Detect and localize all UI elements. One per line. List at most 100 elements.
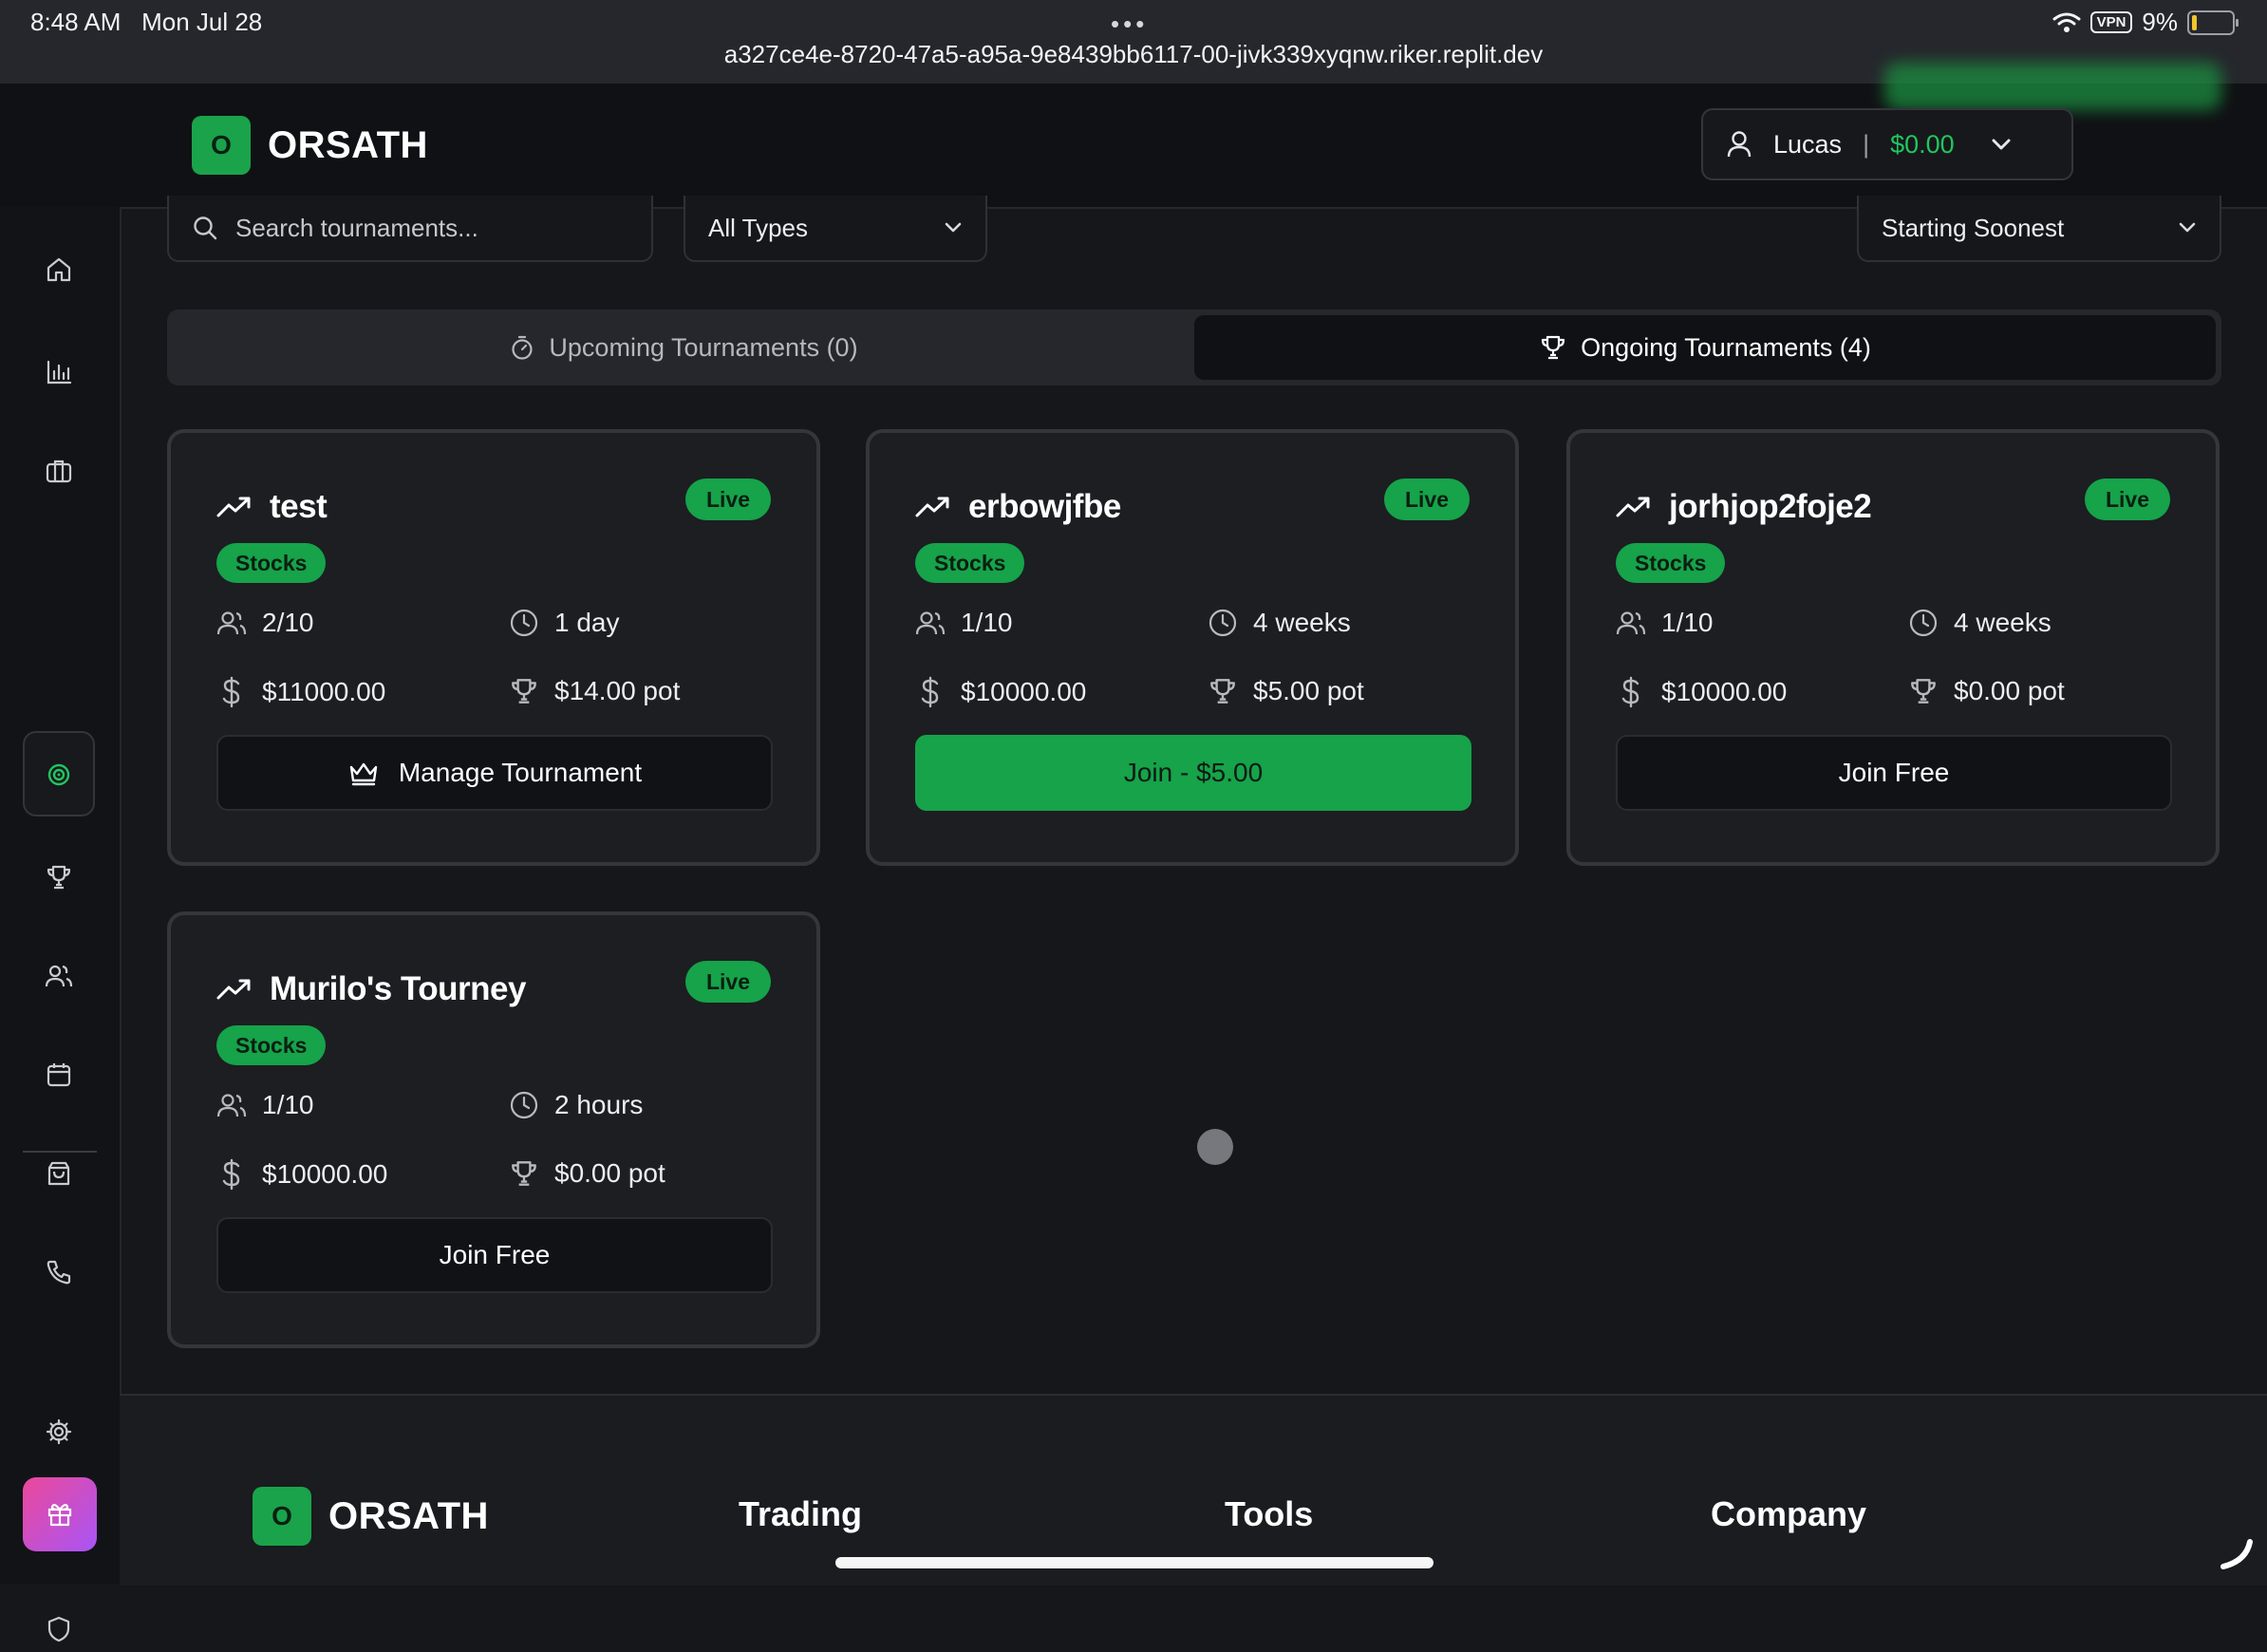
tournament-name: erbowjfbe [968, 488, 1121, 525]
users-icon[interactable] [36, 953, 82, 999]
pot-stat: $14.00 pot [509, 676, 680, 706]
players-count: 1/10 [1661, 608, 1714, 637]
tournament-card: erbowjfbe Live Stocks 1/10 4 weeks $1000… [866, 429, 1519, 866]
trending-up-icon [1616, 496, 1652, 518]
footer-brand[interactable]: O ORSATH [253, 1487, 489, 1546]
type-badge: Stocks [1616, 543, 1726, 583]
user-menu[interactable]: Lucas | $0.00 [1701, 108, 2073, 180]
user-balance: $0.00 [1890, 129, 1955, 159]
action-label: Join - $5.00 [1123, 758, 1264, 787]
duration-stat: 4 weeks [1908, 608, 2052, 638]
tournament-action-button[interactable]: Join Free [1616, 735, 2172, 811]
duration-value: 2 hours [554, 1090, 644, 1119]
battery-icon [2187, 9, 2239, 35]
tournament-title: test [216, 488, 328, 526]
logo-text: ORSATH [268, 123, 428, 166]
search-input[interactable]: Search tournaments... [167, 196, 653, 262]
search-icon [192, 215, 218, 241]
dollar-icon [1616, 676, 1646, 708]
pot-stat: $0.00 pot [509, 1158, 665, 1189]
user-separator: | [1863, 129, 1870, 159]
starting-balance: $10000.00 [1661, 677, 1788, 706]
trending-up-icon [216, 978, 253, 1001]
prize-pot: $5.00 pot [1253, 676, 1364, 705]
tournament-tabs: Upcoming Tournaments (0) Ongoing Tournam… [167, 310, 2221, 385]
starting-balance: $10000.00 [262, 1159, 388, 1189]
shield-icon[interactable] [36, 1606, 82, 1652]
vpn-badge: VPN [2089, 11, 2133, 33]
type-select[interactable]: All Types [684, 196, 987, 262]
duration-value: 4 weeks [1954, 608, 2052, 637]
tab-ongoing[interactable]: Ongoing Tournaments (4) [1194, 315, 2216, 380]
type-badge: Stocks [216, 1025, 327, 1065]
tournament-card: jorhjop2foje2 Live Stocks 1/10 4 weeks $… [1566, 429, 2220, 866]
footer-heading-company: Company [1711, 1494, 1867, 1533]
sort-select[interactable]: Starting Soonest [1857, 196, 2221, 262]
balance-stat: $10000.00 [915, 676, 1086, 708]
trophy-icon [509, 676, 539, 706]
tournament-action-button[interactable]: Manage Tournament [216, 735, 773, 811]
players-count: 2/10 [262, 608, 314, 637]
chevron-down-icon [944, 222, 963, 234]
logo-mark: O [192, 116, 251, 175]
search-placeholder: Search tournaments... [235, 213, 478, 242]
trending-up-icon [915, 496, 951, 518]
status-indicators: VPN 9% [2052, 8, 2239, 37]
home-icon[interactable] [36, 247, 82, 292]
status-badge: Live [1383, 479, 1470, 520]
dollar-icon [216, 1158, 247, 1191]
trending-up-icon [216, 496, 253, 518]
calendar-icon[interactable] [36, 1052, 82, 1098]
duration-stat: 1 day [509, 608, 620, 638]
status-badge: Live [2084, 479, 2170, 520]
brand-logo[interactable]: O ORSATH [192, 116, 428, 175]
tab-upcoming[interactable]: Upcoming Tournaments (0) [173, 315, 1194, 380]
type-badge: Stocks [216, 543, 327, 583]
balance-stat: $11000.00 [216, 676, 385, 708]
battery-percent: 9% [2142, 8, 2178, 36]
pot-stat: $5.00 pot [1208, 676, 1364, 706]
clock-icon [1908, 608, 1939, 638]
tournament-name: test [270, 488, 328, 525]
target-icon[interactable] [36, 752, 82, 798]
touch-indicator [1197, 1129, 1233, 1165]
duration-stat: 4 weeks [1208, 608, 1351, 638]
prize-pot: $14.00 pot [554, 676, 681, 705]
dollar-icon [216, 676, 247, 708]
duration-value: 1 day [554, 608, 620, 637]
shopping-bag-icon[interactable] [36, 1151, 82, 1196]
trophy-icon[interactable] [36, 854, 82, 900]
players-stat: 1/10 [216, 1090, 314, 1120]
footer-logo-mark: O [253, 1487, 311, 1546]
tournament-action-button[interactable]: Join - $5.00 [915, 735, 1471, 811]
clock-icon [1208, 608, 1238, 638]
balance-stat: $10000.00 [216, 1158, 387, 1191]
starting-balance: $10000.00 [961, 677, 1087, 706]
bar-chart-icon[interactable] [36, 349, 82, 395]
chevron-down-icon [2178, 222, 2197, 234]
status-badge: Live [684, 961, 771, 1003]
tournament-name: Murilo's Tourney [270, 970, 526, 1007]
players-count: 1/10 [961, 608, 1013, 637]
footer-heading-trading: Trading [739, 1494, 863, 1533]
action-label: Manage Tournament [398, 758, 643, 787]
trophy-icon [509, 1158, 539, 1189]
settings-icon[interactable] [36, 1409, 82, 1455]
gift-button[interactable] [23, 1477, 97, 1551]
tournament-action-button[interactable]: Join Free [216, 1217, 773, 1293]
briefcase-icon[interactable] [36, 448, 82, 494]
home-indicator[interactable] [835, 1557, 1433, 1568]
sort-select-value: Starting Soonest [1882, 213, 2065, 242]
timer-icon [509, 334, 535, 361]
footer-logo-text: ORSATH [328, 1494, 489, 1537]
tab-upcoming-label: Upcoming Tournaments (0) [549, 332, 858, 362]
pot-stat: $0.00 pot [1908, 676, 2065, 706]
players-stat: 1/10 [915, 608, 1013, 638]
phone-icon[interactable] [36, 1249, 82, 1295]
user-icon [1726, 130, 1752, 159]
blurred-cta [1884, 63, 2221, 110]
trophy-icon [1539, 333, 1567, 362]
users-icon [216, 609, 247, 637]
multitask-dots[interactable]: ••• [1111, 9, 1148, 39]
type-badge: Stocks [915, 543, 1025, 583]
